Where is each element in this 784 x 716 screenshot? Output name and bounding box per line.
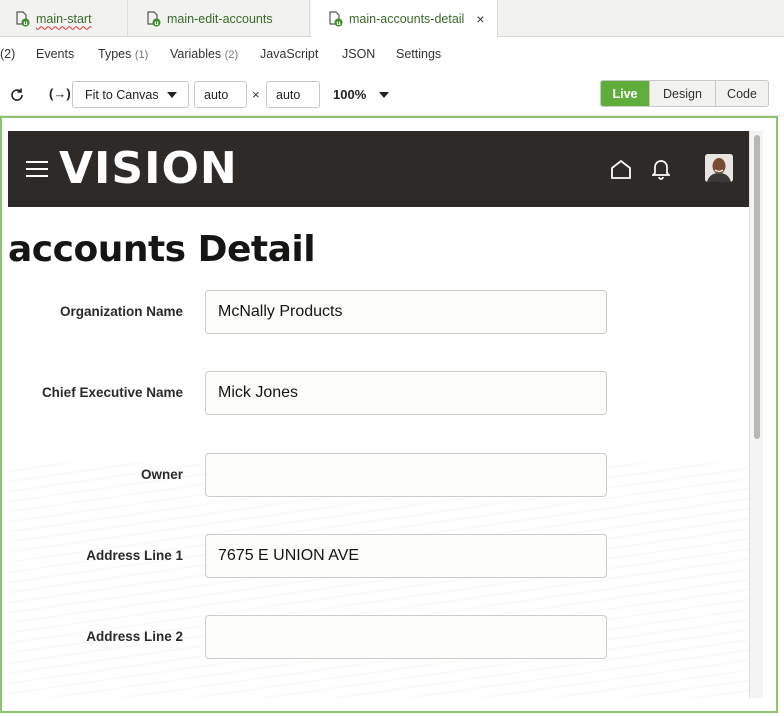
- svg-text:u: u: [336, 20, 340, 27]
- subnav-label: Events: [36, 47, 75, 61]
- home-icon[interactable]: [610, 159, 632, 185]
- page-file-icon: u: [145, 10, 163, 28]
- subnav-count: (1): [134, 49, 149, 61]
- canvas-height-input[interactable]: [266, 81, 320, 108]
- mode-code-button[interactable]: Code: [715, 81, 768, 106]
- zoom-value: 100%: [333, 87, 367, 102]
- scrollbar-thumb[interactable]: [754, 135, 760, 439]
- editor-tabbar: u main-start u main-edit-accounts u main…: [0, 0, 784, 38]
- background-texture: [8, 463, 749, 698]
- times-sign: ×: [252, 87, 260, 102]
- subnav-count: (2): [224, 49, 239, 61]
- subnav-item-json[interactable]: JSON: [342, 47, 375, 61]
- mode-live-button[interactable]: Live: [601, 81, 649, 106]
- address-line-1-input[interactable]: [205, 534, 607, 578]
- form-row-address-line-1: Address Line 1: [8, 534, 608, 578]
- field-label: Address Line 2: [86, 629, 183, 644]
- subnav-count[interactable]: (2): [0, 47, 15, 61]
- tab-label: main-edit-accounts: [167, 11, 273, 26]
- page-title: accounts Detail: [8, 229, 316, 270]
- page-file-icon: u: [14, 10, 32, 28]
- subnav-item-variables[interactable]: Variables (2): [170, 47, 238, 61]
- subnav-item-settings[interactable]: Settings: [396, 47, 441, 61]
- canvas-scrollbar[interactable]: [749, 131, 763, 698]
- field-label: Chief Executive Name: [41, 385, 183, 400]
- tab-main-start[interactable]: u main-start: [0, 0, 128, 37]
- subnav-label: JSON: [342, 47, 376, 61]
- zoom-dropdown[interactable]: 100%: [333, 87, 390, 102]
- bell-icon[interactable]: [650, 158, 672, 185]
- tab-main-edit-accounts[interactable]: u main-edit-accounts: [129, 0, 310, 37]
- canvas-width-input[interactable]: [194, 81, 247, 108]
- tab-label: main-accounts-detail: [349, 12, 465, 26]
- expression-icon[interactable]: (→): [49, 86, 71, 101]
- form-row-chief-executive-name: Chief Executive Name: [8, 371, 608, 415]
- owner-input[interactable]: [205, 453, 607, 497]
- page-file-icon: u: [327, 10, 345, 28]
- avatar[interactable]: [705, 154, 733, 182]
- form-row-organization-name: Organization Name: [8, 290, 608, 334]
- subnav-label: Variables: [170, 47, 222, 61]
- subnav-label: Settings: [396, 47, 442, 61]
- field-label: Owner: [140, 467, 183, 482]
- field-label: Organization Name: [59, 304, 183, 319]
- svg-text:u: u: [23, 20, 27, 27]
- app-header: VISION: [8, 131, 749, 207]
- mode-design-button[interactable]: Design: [649, 81, 715, 106]
- form-row-address-line-2: Address Line 2: [8, 615, 608, 659]
- address-line-2-input[interactable]: [205, 615, 607, 659]
- designer-subnav: (2) Events Types (1) Variables (2) JavaS…: [0, 38, 784, 72]
- close-icon[interactable]: ×: [476, 11, 484, 27]
- refresh-icon[interactable]: [9, 87, 25, 108]
- subnav-label: Types: [98, 47, 132, 61]
- vision-logo: VISION: [59, 143, 238, 194]
- form-row-owner: Owner: [8, 453, 608, 497]
- subnav-item-events[interactable]: Events: [36, 47, 74, 61]
- hamburger-menu-icon[interactable]: [26, 161, 48, 182]
- chevron-down-icon: [379, 91, 390, 98]
- subnav-label: JavaScript: [260, 47, 319, 61]
- view-mode-switcher: Live Design Code: [600, 80, 769, 107]
- tab-label: main-start: [36, 11, 92, 26]
- organization-name-input[interactable]: [205, 290, 607, 334]
- field-label: Address Line 1: [86, 548, 183, 563]
- subnav-item-types[interactable]: Types (1): [98, 47, 148, 61]
- fit-to-canvas-dropdown[interactable]: Fit to Canvas: [72, 81, 189, 108]
- chief-executive-name-input[interactable]: [205, 371, 607, 415]
- fit-label: Fit to Canvas: [85, 87, 159, 102]
- live-canvas: VISION accounts Detail Organization Name…: [0, 116, 778, 713]
- chevron-down-icon: [167, 92, 177, 98]
- svg-text:u: u: [154, 20, 158, 27]
- designer-toolbar: (→) Fit to Canvas × 100% Live Design Cod…: [0, 72, 784, 116]
- tab-main-accounts-detail[interactable]: u main-accounts-detail ×: [311, 0, 498, 38]
- subnav-item-javascript[interactable]: JavaScript: [260, 47, 318, 61]
